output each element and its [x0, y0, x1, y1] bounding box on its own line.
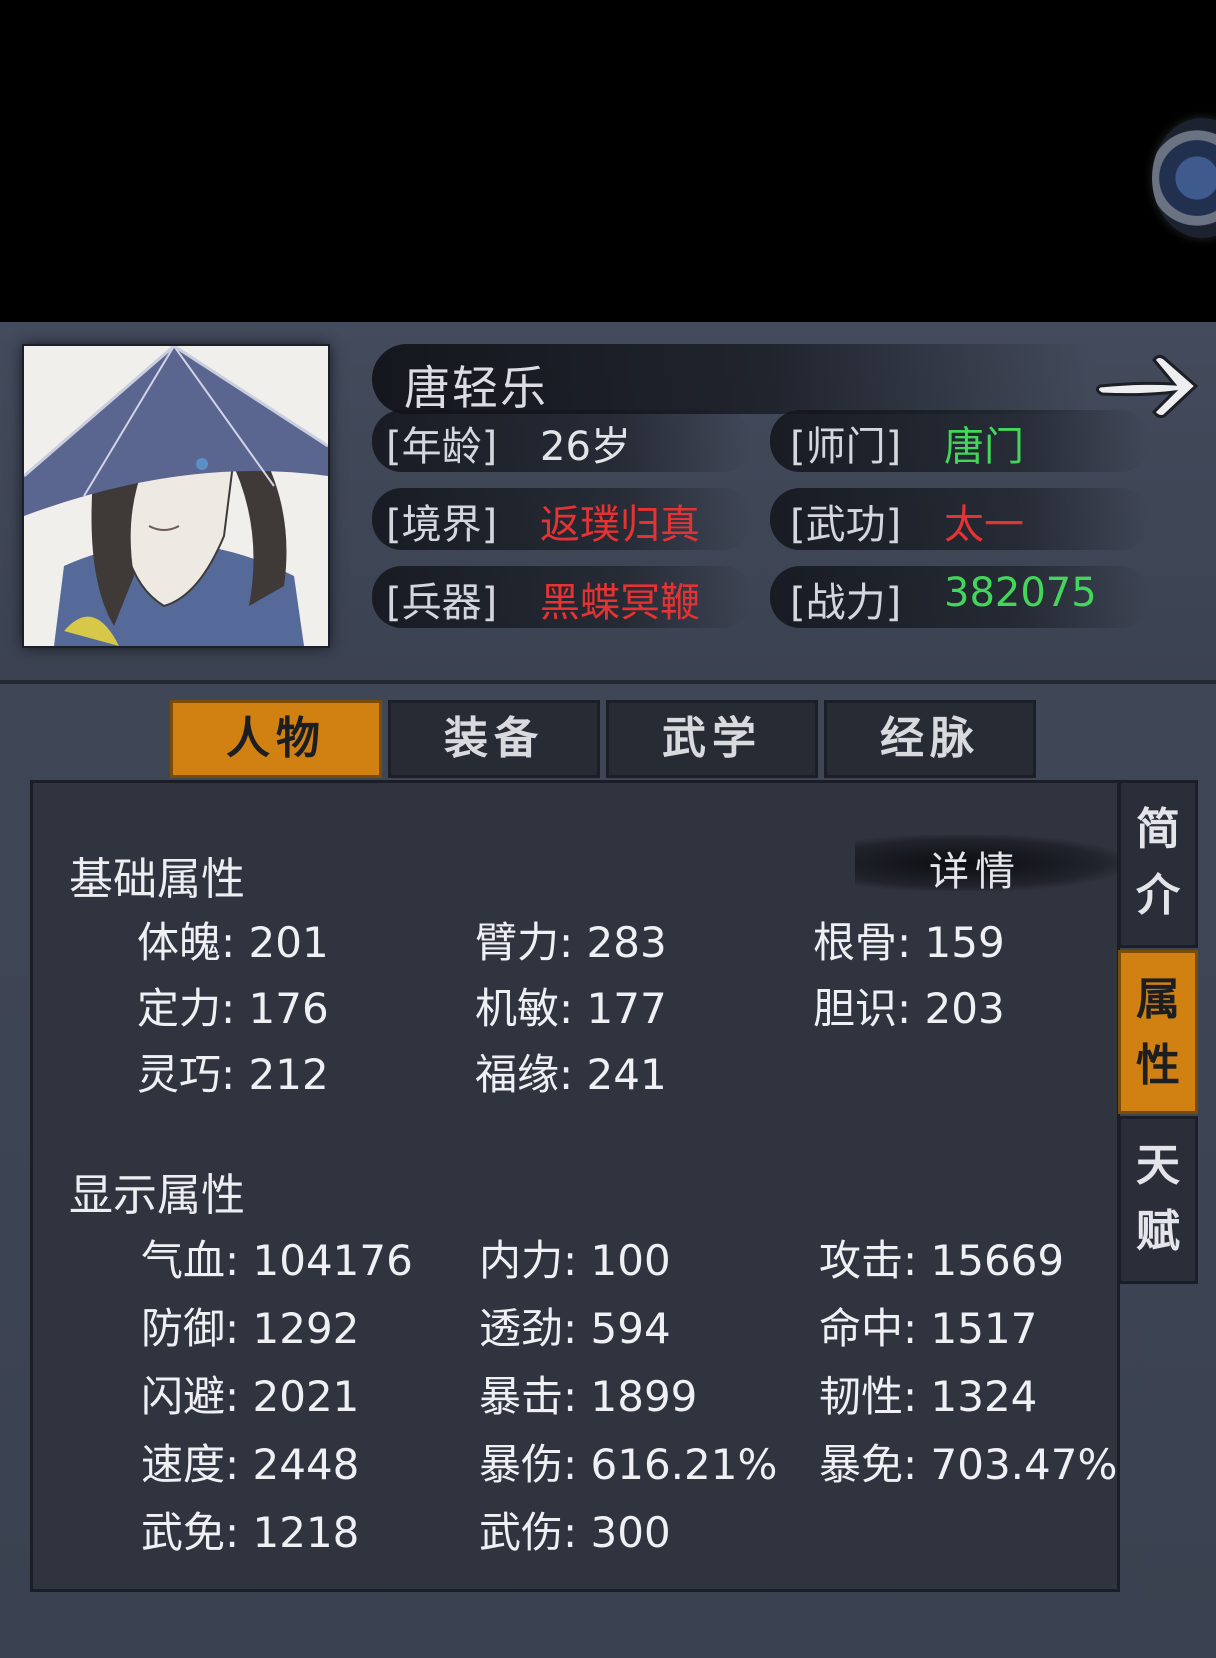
stat-crit-damage: 暴伤: 616.21%: [479, 1440, 778, 1489]
bottom-bar: [0, 1612, 1216, 1658]
stat-martial-damage: 武伤: 300: [479, 1508, 671, 1557]
stat-speed: 速度: 2448: [141, 1440, 360, 1489]
stat-hp: 气血: 104176: [141, 1236, 413, 1285]
stat-composure: 定力: 176: [137, 984, 329, 1033]
side-tab-talent[interactable]: 天 赋: [1118, 1116, 1198, 1284]
stat-strength: 臂力: 283: [475, 918, 667, 967]
realm-label: [境界]: [386, 502, 498, 548]
side-tab-attributes-char-2: 性: [1136, 1040, 1180, 1091]
tab-character[interactable]: 人物: [170, 700, 382, 778]
stat-accuracy: 命中: 1517: [819, 1304, 1038, 1353]
stat-penetration: 透劲: 594: [479, 1304, 671, 1353]
stat-martial-resist: 武免: 1218: [141, 1508, 360, 1557]
stat-constitution: 根骨: 159: [813, 918, 1005, 967]
tab-meridians[interactable]: 经脉: [824, 700, 1036, 778]
stat-dexterity: 灵巧: 212: [137, 1050, 329, 1099]
attributes-content: 基础属性 详情 体魄: 201 臂力: 283 根骨: 159 定力: 176 …: [30, 780, 1125, 1592]
stat-fortune: 福缘: 241: [475, 1050, 667, 1099]
age-label: [年龄]: [386, 424, 498, 470]
top-black-area: [0, 0, 1216, 322]
age-value: 26岁: [540, 424, 631, 470]
display-attributes-title: 显示属性: [69, 1170, 245, 1221]
power-label: [战力]: [790, 580, 902, 626]
basic-attributes-title: 基础属性: [69, 854, 245, 905]
power-value: 382075: [944, 570, 1097, 616]
stat-courage: 胆识: 203: [813, 984, 1005, 1033]
menu-knob-icon[interactable]: [1152, 118, 1216, 238]
kungfu-label: [武功]: [790, 502, 902, 548]
kungfu-value: 太一: [944, 502, 1024, 548]
stat-crit: 暴击: 1899: [479, 1372, 698, 1421]
side-tab-talent-char-1: 天: [1136, 1140, 1180, 1191]
side-tab-profile-char-1: 简: [1136, 804, 1180, 855]
character-name: 唐轻乐: [404, 361, 548, 415]
tab-equipment[interactable]: 装备: [388, 700, 600, 778]
side-tab-profile[interactable]: 简 介: [1118, 780, 1198, 948]
stat-agility: 机敏: 177: [475, 984, 667, 1033]
sect-label: [师门]: [790, 424, 902, 470]
character-panel: 唐轻乐 [年龄] 26岁 [师门] 唐门 [境界] 返璞归真 [武功] 太一 […: [0, 322, 1216, 1658]
stat-physique: 体魄: 201: [137, 918, 329, 967]
realm-value: 返璞归真: [540, 502, 700, 548]
stat-attack: 攻击: 15669: [819, 1236, 1065, 1285]
stat-internal-force: 内力: 100: [479, 1236, 671, 1285]
weapon-value: 黑蝶冥鞭: [540, 580, 700, 626]
side-tab-profile-char-2: 介: [1136, 870, 1180, 921]
character-header: 唐轻乐 [年龄] 26岁 [师门] 唐门 [境界] 返璞归真 [武功] 太一 […: [0, 322, 1216, 684]
side-tab-attributes[interactable]: 属 性: [1118, 950, 1198, 1114]
stat-toughness: 韧性: 1324: [819, 1372, 1038, 1421]
tab-martial-arts[interactable]: 武学: [606, 700, 818, 778]
detail-button[interactable]: 详情: [929, 839, 1021, 897]
stat-crit-resist: 暴免: 703.47%: [819, 1440, 1118, 1489]
sect-value: 唐门: [944, 424, 1024, 470]
side-tab-attributes-char-1: 属: [1136, 974, 1180, 1025]
avatar: [24, 346, 328, 646]
stat-defense: 防御: 1292: [141, 1304, 360, 1353]
stat-dodge: 闪避: 2021: [141, 1372, 360, 1421]
side-tab-talent-char-2: 赋: [1136, 1206, 1180, 1257]
weapon-label: [兵器]: [386, 580, 498, 626]
